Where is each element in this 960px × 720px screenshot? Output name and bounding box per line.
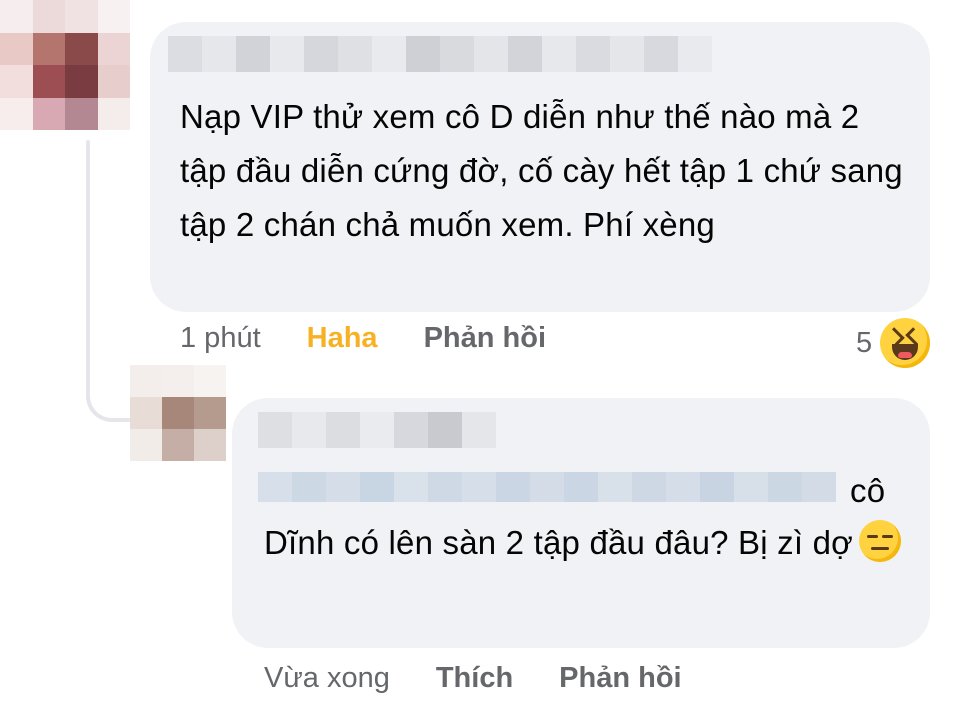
- tagged-name-blurred[interactable]: [258, 472, 836, 502]
- comment-text: Nạp VIP thử xem cô D diễn như thế nào mà…: [180, 98, 913, 243]
- reply-text-body: Dĩnh có lên sàn 2 tập đầu đâu? Bị zì dợ: [264, 524, 853, 561]
- replier-name-blurred[interactable]: [258, 412, 496, 448]
- replier-avatar[interactable]: [130, 365, 226, 461]
- reply-button[interactable]: Phản hồi: [424, 322, 546, 355]
- reply-text: Dĩnh có lên sàn 2 tập đầu đâu? Bị zì dợ: [264, 516, 914, 570]
- reply-reply-button[interactable]: Phản hồi: [559, 662, 681, 695]
- thread-line: [86, 140, 90, 390]
- commenter-name-blurred[interactable]: [168, 36, 712, 72]
- like-button[interactable]: Thích: [436, 662, 513, 695]
- commenter-avatar[interactable]: [0, 0, 130, 130]
- reply-actions: Vừa xong Thích Phản hồi: [264, 662, 682, 695]
- comment-actions: 1 phút Haha Phản hồi: [180, 322, 546, 355]
- haha-emoji-icon: [880, 318, 931, 368]
- expressionless-face-icon: [859, 520, 901, 562]
- comment-time[interactable]: 1 phút: [180, 322, 261, 355]
- haha-reaction-button[interactable]: Haha: [307, 322, 378, 355]
- reaction-summary[interactable]: 5: [856, 318, 931, 368]
- reaction-count: 5: [856, 326, 873, 359]
- reply-time[interactable]: Vừa xong: [264, 662, 390, 695]
- reply-text-line-1-end: cô: [850, 472, 886, 509]
